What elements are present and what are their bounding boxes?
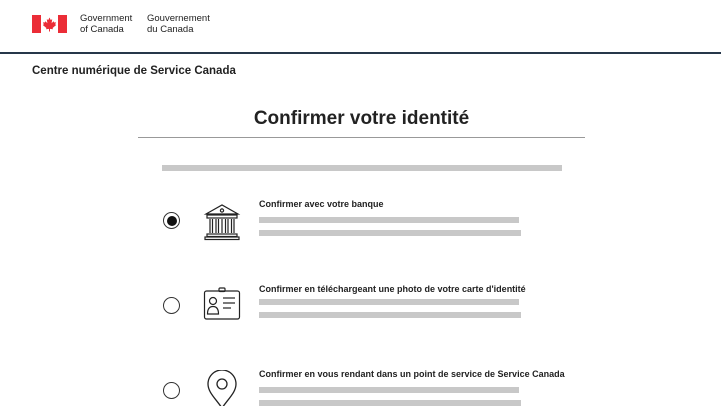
option-description-placeholder <box>259 217 519 223</box>
government-signature-en: Government of Canada <box>80 13 133 35</box>
option-label: Confirmer en téléchargeant une photo de … <box>259 284 526 294</box>
option-label: Confirmer avec votre banque <box>259 199 384 209</box>
option-label: Confirmer en vous rendant dans un point … <box>259 369 565 379</box>
option-description-placeholder <box>259 299 519 305</box>
radio-bank[interactable] <box>163 212 180 229</box>
location-pin-icon <box>207 370 237 406</box>
header-divider <box>0 52 721 54</box>
government-signature-fr: Gouvernement du Canada <box>147 13 210 35</box>
option-description-placeholder <box>259 387 519 393</box>
option-description-placeholder <box>259 230 521 236</box>
bank-icon <box>203 204 241 241</box>
option-bank[interactable]: Confirmer avec votre banque <box>0 196 721 256</box>
government-header: Government of Canada Gouvernement du Can… <box>0 0 721 52</box>
id-card-icon <box>203 287 241 320</box>
option-id-card[interactable]: Confirmer en téléchargeant une photo de … <box>0 281 721 341</box>
option-description-placeholder <box>259 400 521 406</box>
title-divider <box>138 137 585 138</box>
option-service-point[interactable]: Confirmer en vous rendant dans un point … <box>0 366 721 406</box>
intro-text-placeholder <box>162 165 562 171</box>
radio-service-point[interactable] <box>163 382 180 399</box>
site-name: Centre numérique de Service Canada <box>32 65 236 77</box>
radio-id-card[interactable] <box>163 297 180 314</box>
option-description-placeholder <box>259 312 521 318</box>
page-title: Confirmer votre identité <box>253 108 470 129</box>
canada-flag-icon <box>32 15 67 33</box>
